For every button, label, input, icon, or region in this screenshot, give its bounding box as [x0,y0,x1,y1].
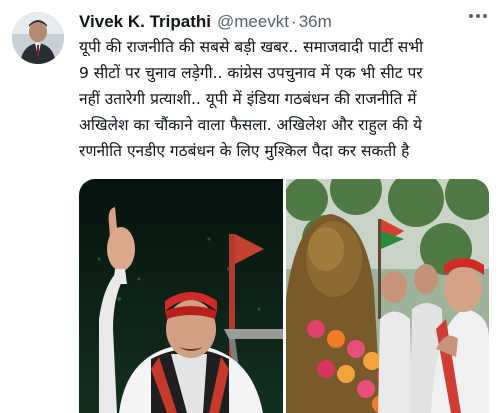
tweet-timestamp[interactable]: 36m [299,12,332,32]
photo-statue-tribute [286,179,489,413]
media-photo-1[interactable] [79,179,283,413]
tweet-media [79,179,489,413]
tweet-text-line: 9 सीटों पर चुनाव लड़ेगी.. कांग्रेस उपचुन… [79,64,423,82]
author-handle[interactable]: @meevkt [217,12,289,32]
more-dot [469,14,473,18]
author-avatar[interactable] [12,12,64,64]
tweet-text-line: रणनीति एनडीए गठबंधन के लिए मुश्किल पैदा … [79,142,410,160]
avatar-image [12,12,64,64]
more-dot [483,14,487,18]
more-dot [476,14,480,18]
tweet-text-line: अखिलेश का चौंकाने वाला फैसला. अखिलेश और … [79,116,423,134]
author-name[interactable]: Vivek K. Tripathi [79,12,211,32]
tweet-text-line: नहीं उतारेगी प्रत्याशी.. यूपी में इंडिया… [79,90,417,108]
tweet-text-line: यूपी की राजनीति की सबसे बड़ी खबर.. समाजव… [79,38,424,56]
tweet-text: यूपी की राजनीति की सबसे बड़ी खबर.. समाजव… [79,34,495,164]
more-options-icon[interactable] [469,14,487,18]
photo-waving-leader [79,179,283,413]
header-separator: · [291,12,297,31]
tweet-header: Vivek K. Tripathi @meevkt · 36m [79,10,461,34]
media-photo-2[interactable] [286,179,489,413]
